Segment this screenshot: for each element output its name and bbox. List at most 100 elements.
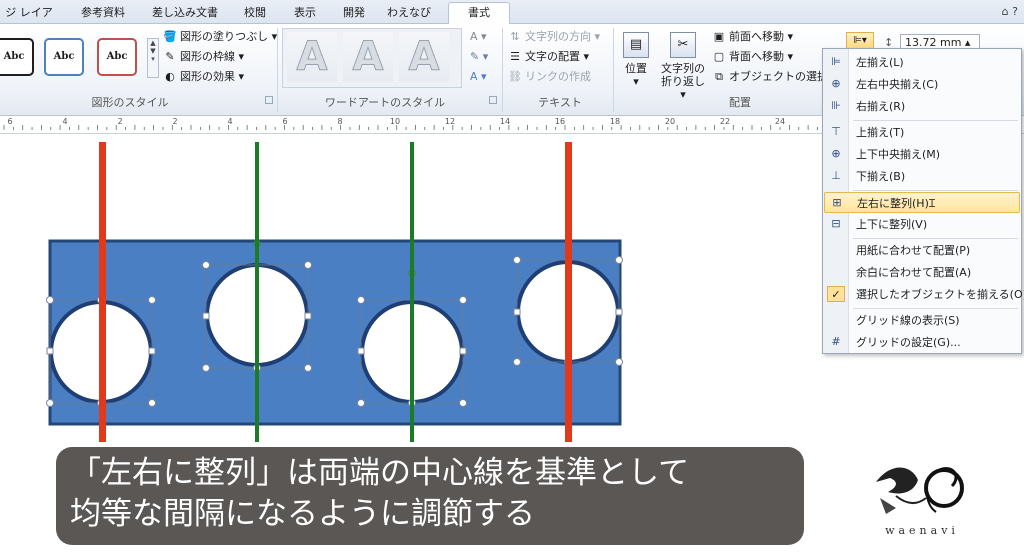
tab-review[interactable]: 校閲	[235, 3, 275, 23]
shape-fill-label: 図形の塗りつぶし	[180, 30, 269, 43]
ruler-number: 22	[720, 117, 730, 126]
wrap-text-button[interactable]: ✂ 文字列の 折り返し ▾	[658, 32, 708, 101]
text-cursor-icon: Ɪ	[929, 197, 936, 210]
shape-style-gallery-scroll[interactable]: ▲ ▼ ▾	[147, 38, 159, 78]
shape-effects-label: 図形の効果	[180, 70, 235, 83]
ruler-number: 6	[282, 117, 287, 126]
text-outline-button[interactable]: ✎ ▾	[470, 48, 488, 66]
menu-item-align-top[interactable]: ⊤ 上揃え(T)	[824, 122, 1020, 143]
window-controls[interactable]: ⌂ ?	[1002, 5, 1018, 18]
text-fill-button[interactable]: A ▾	[470, 28, 487, 46]
gridlines-icon	[827, 312, 845, 328]
tab-references[interactable]: 参考資料	[72, 3, 134, 23]
menu-item-align-right[interactable]: ⊪ 右揃え(R)	[824, 96, 1020, 117]
menu-item-align-to-page[interactable]: 用紙に合わせて配置(P)	[824, 240, 1020, 261]
align-right-icon: ⊪	[831, 99, 841, 112]
ruler-number: 10	[390, 117, 400, 126]
create-link-button[interactable]: ⛓ リンクの作成	[508, 68, 591, 86]
effects-icon: ◐	[165, 70, 175, 83]
menu-item-label: 上下に整列(V)	[856, 218, 928, 231]
ruler-number: 16	[555, 117, 565, 126]
menu-separator	[853, 308, 1018, 309]
ruler-number: 6	[7, 117, 12, 126]
send-backward-button[interactable]: ▢ 背面へ移動 ▾	[712, 48, 793, 66]
ruler-number: 20	[665, 117, 675, 126]
align-top-icon: ⊤	[831, 125, 841, 138]
text-align-button[interactable]: ☰ 文字の配置 ▾	[508, 48, 589, 66]
shape-styles-dialog-launcher[interactable]	[265, 96, 273, 104]
ruler-number: 18	[610, 117, 620, 126]
menu-item-align-left[interactable]: ⊫ 左揃え(L)	[824, 52, 1020, 73]
text-direction-icon: ⇅	[510, 30, 520, 43]
wordart-dialog-launcher[interactable]	[489, 96, 497, 104]
align-bottom-icon: ⊥	[831, 169, 841, 182]
logo-text: waenavi	[885, 524, 959, 537]
menu-item-grid-settings[interactable]: # グリッドの設定(G)...	[824, 332, 1020, 353]
text-outline-icon: ✎	[470, 50, 480, 63]
group-label-wordart-styles: ワードアートのスタイル	[324, 96, 446, 109]
menu-item-align-to-margin[interactable]: 余白に合わせて配置(A)	[824, 262, 1020, 283]
menu-item-align-center[interactable]: ⊕ 左右中央揃え(C)	[824, 74, 1020, 95]
menu-item-label: 上下中央揃え(M)	[856, 148, 941, 161]
menu-item-align-selected-objects[interactable]: ✓ 選択したオブジェクトを揃える(O)	[824, 284, 1024, 305]
tab-view[interactable]: 表示	[285, 3, 325, 23]
text-align-label: 文字の配置	[525, 50, 580, 63]
ruler-number: 4	[227, 117, 232, 126]
shape-style-sample-black[interactable]: Abc	[0, 38, 34, 76]
menu-item-distribute-horizontally[interactable]: ⊞ 左右に整列(H) Ɪ	[824, 192, 1020, 213]
shape-style-sample-blue[interactable]: Abc	[44, 38, 84, 76]
align-to-page-icon	[827, 242, 845, 258]
position-button[interactable]: ▤ 位置 ▾	[618, 32, 654, 88]
menu-separator	[853, 190, 1018, 191]
tab-mailings[interactable]: 差し込み文書	[147, 3, 223, 23]
menu-item-label: グリッドの設定(G)...	[856, 336, 961, 349]
menu-separator	[853, 120, 1018, 121]
tab-format[interactable]: 書式	[448, 2, 510, 24]
pen-outline-icon: ✎	[165, 50, 175, 63]
align-middle-icon: ⊕	[831, 147, 841, 160]
grid-settings-icon: #	[831, 335, 841, 348]
group-separator	[613, 28, 614, 112]
caption-line-1: 「左右に整列」は両端の中心線を基準として	[70, 455, 690, 491]
shape-style-sample-red[interactable]: Abc	[97, 38, 137, 76]
menu-item-label: 左揃え(L)	[856, 56, 904, 69]
caption-line-2: 均等な間隔になるように調節する	[70, 496, 535, 532]
align-objects-icon: ⊫▾	[853, 35, 867, 46]
text-effects-button[interactable]: A ▾	[470, 68, 487, 86]
centerline-green-1	[255, 142, 259, 442]
ruler-number: 4	[62, 117, 67, 126]
menu-item-align-bottom[interactable]: ⊥ 下揃え(B)	[824, 166, 1020, 187]
shape-effects-button[interactable]: ◐ 図形の効果 ▾	[163, 68, 244, 86]
right-edge-centerline-red	[565, 142, 572, 442]
wordart-sample-2[interactable]: A	[343, 32, 393, 82]
tab-waenavi[interactable]: わえなび	[384, 3, 434, 23]
menu-item-view-gridlines[interactable]: グリッド線の表示(S)	[824, 310, 1020, 331]
link-icon: ⛓	[508, 70, 522, 83]
group-separator	[502, 28, 503, 112]
wrap-text-label-1: 文字列の	[661, 62, 705, 75]
menu-item-distribute-vertically[interactable]: ⊟ 上下に整列(V)	[824, 214, 1020, 235]
tab-layout[interactable]: ジ レイアウト	[0, 3, 58, 38]
group-label-shape-styles: 図形のスタイル	[91, 96, 169, 109]
text-direction-label: 文字列の方向	[525, 30, 591, 43]
menu-item-label: 右揃え(R)	[856, 100, 906, 113]
shape-fill-button[interactable]: 🪣 図形の塗りつぶし ▾	[163, 28, 277, 46]
position-icon: ▤	[623, 32, 649, 58]
bring-forward-button[interactable]: ▣ 前面へ移動 ▾	[712, 28, 793, 46]
distribute-vertically-icon: ⊟	[831, 217, 841, 230]
wordart-sample-3[interactable]: A	[399, 32, 449, 82]
align-center-icon: ⊕	[831, 77, 841, 90]
align-left-icon: ⊫	[831, 55, 841, 68]
group-separator	[277, 28, 278, 112]
tab-developer[interactable]: 開発	[334, 3, 374, 23]
menu-item-label: 下揃え(B)	[856, 170, 906, 183]
shape-outline-button[interactable]: ✎ 図形の枠線 ▾	[163, 48, 244, 66]
ruler-number: 2	[172, 117, 177, 126]
wrap-text-icon: ✂	[670, 32, 696, 58]
text-direction-button[interactable]: ⇅ 文字列の方向 ▾	[508, 28, 600, 46]
paint-bucket-icon: 🪣	[163, 30, 177, 43]
menu-item-label: 左右中央揃え(C)	[856, 78, 939, 91]
wordart-sample-1[interactable]: A	[287, 32, 337, 82]
wrap-text-label-2: 折り返し	[661, 75, 705, 88]
menu-item-align-middle[interactable]: ⊕ 上下中央揃え(M)	[824, 144, 1020, 165]
